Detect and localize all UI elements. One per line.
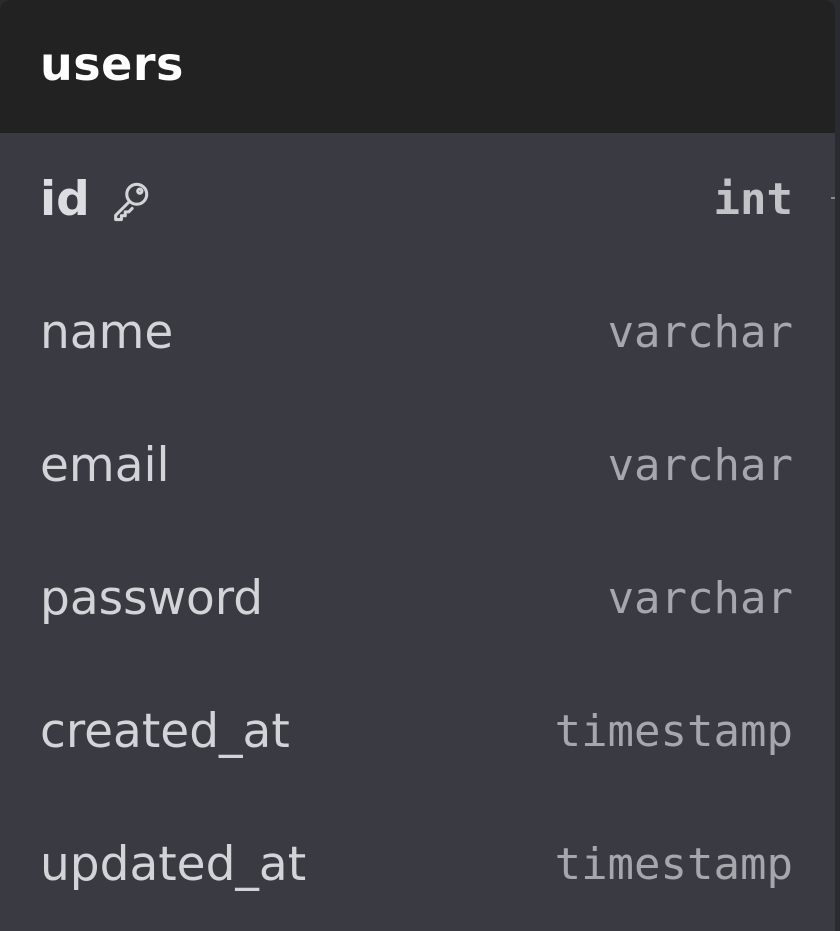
column-row-created-at[interactable]: created_at timestamp: [0, 665, 835, 798]
column-name-cell: id: [40, 172, 154, 227]
column-row-name[interactable]: name varchar: [0, 266, 835, 399]
column-row-email[interactable]: email varchar: [0, 399, 835, 532]
column-row-updated-at[interactable]: updated_at timestamp: [0, 798, 835, 931]
users-table-node[interactable]: users id int name varchar email varchar …: [0, 0, 835, 931]
relation-connector[interactable]: [831, 197, 835, 199]
column-name: created_at: [40, 704, 290, 759]
table-title: users: [40, 36, 184, 91]
column-name: id: [40, 172, 90, 227]
column-name: updated_at: [40, 837, 307, 892]
column-row-password[interactable]: password varchar: [0, 532, 835, 665]
table-header[interactable]: users: [0, 0, 835, 133]
column-type: varchar: [607, 573, 793, 624]
column-type: varchar: [607, 307, 793, 358]
column-list: id int name varchar email varchar passwo…: [0, 133, 835, 931]
column-type: timestamp: [554, 839, 793, 890]
column-name: email: [40, 438, 170, 493]
key-icon: [108, 177, 154, 223]
column-type: timestamp: [554, 706, 793, 757]
column-type: int: [713, 174, 793, 225]
column-name: name: [40, 305, 174, 360]
column-name: password: [40, 571, 264, 626]
column-row-id[interactable]: id int: [0, 133, 835, 266]
column-type: varchar: [607, 440, 793, 491]
